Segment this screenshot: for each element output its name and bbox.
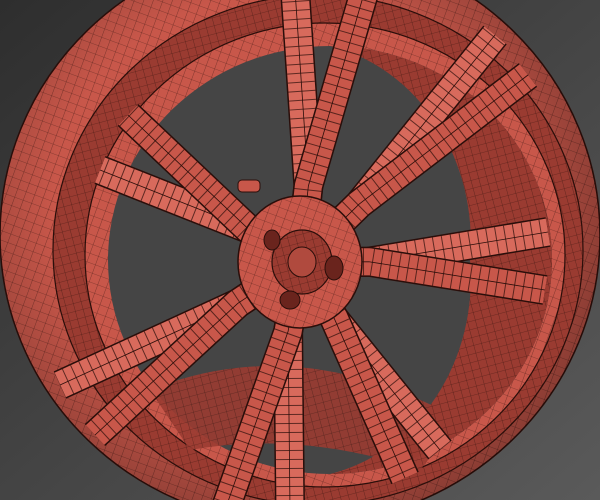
center-cap: [287, 246, 317, 278]
wheel-render: [0, 0, 600, 500]
viewport-3d[interactable]: [0, 0, 600, 500]
axle-stud: [237, 179, 261, 193]
lug-hole: [263, 229, 281, 251]
lug-hole: [279, 290, 301, 310]
lug-hole: [324, 255, 344, 281]
